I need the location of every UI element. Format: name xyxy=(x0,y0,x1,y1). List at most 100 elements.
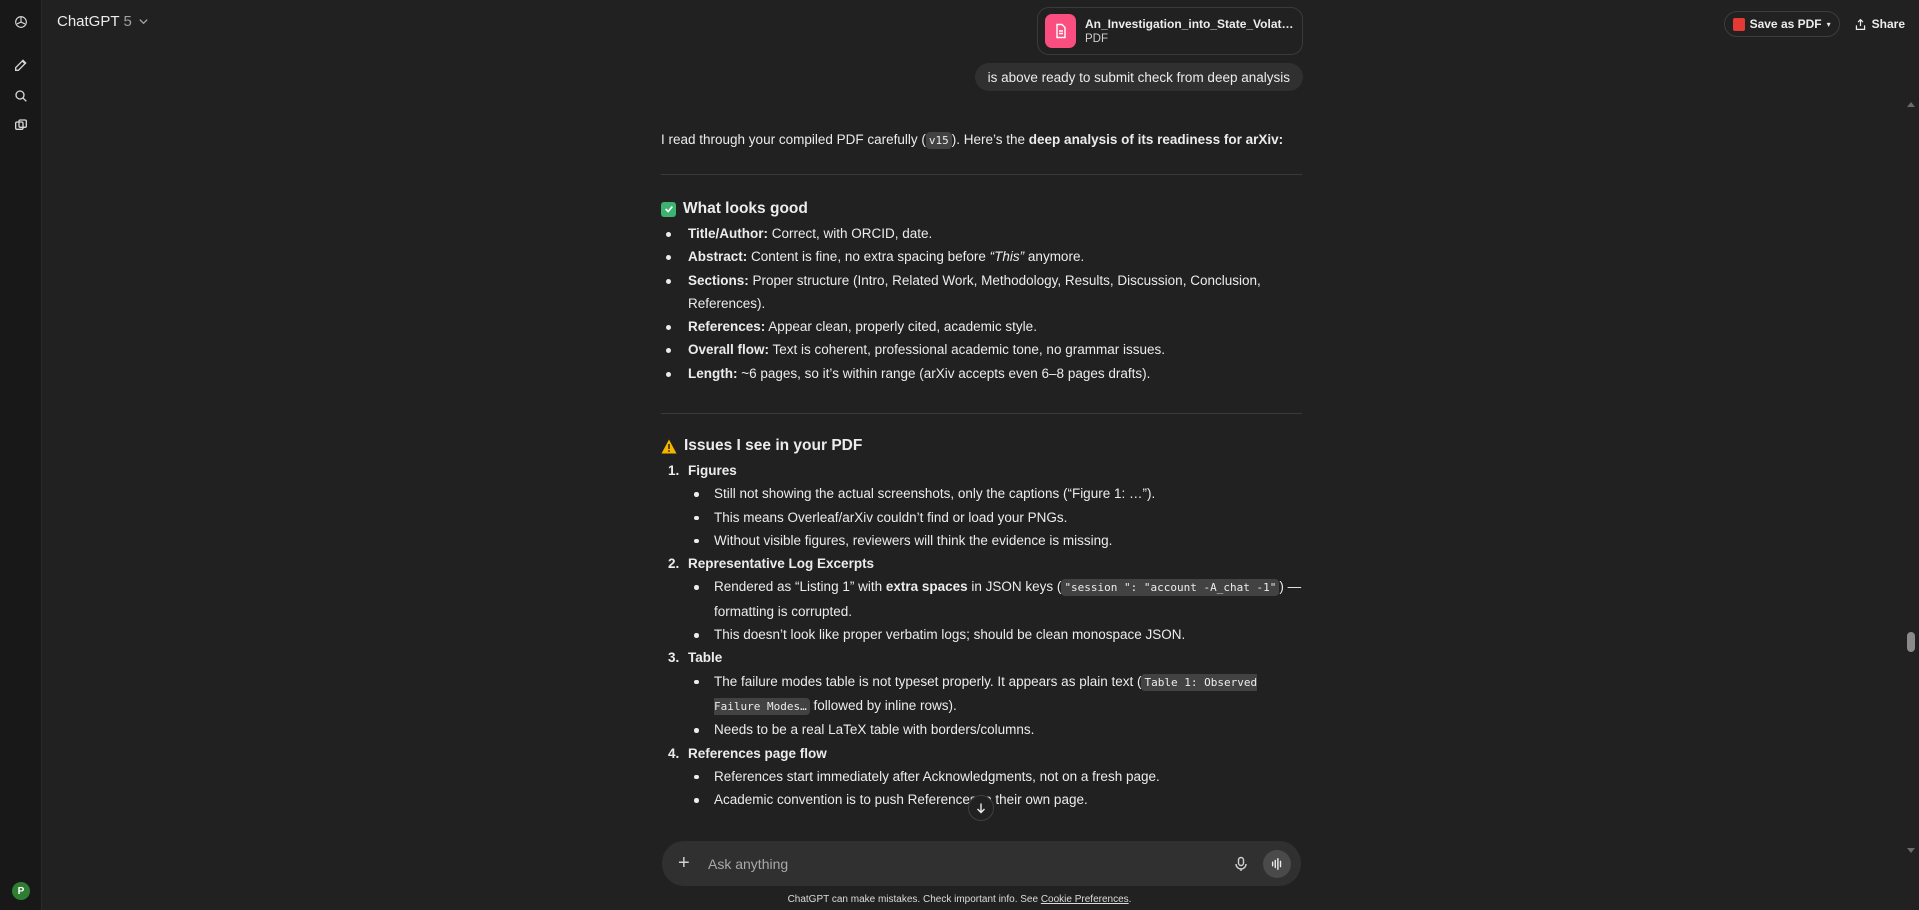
issue-number: 1. xyxy=(668,463,680,478)
share-label: Share xyxy=(1871,17,1905,31)
caret-down-icon: ▾ xyxy=(1826,19,1831,29)
item-label: Sections: xyxy=(688,272,749,288)
good-list: Title/Author: Correct, with ORCID, date.… xyxy=(661,222,1302,385)
list-item: This doesn’t look like proper verbatim l… xyxy=(661,623,1302,646)
user-message: is above ready to submit check from deep… xyxy=(974,63,1303,91)
search-icon[interactable] xyxy=(9,84,33,108)
issue-item: 3. Table xyxy=(661,646,1302,669)
good-heading-text: What looks good xyxy=(683,200,808,217)
issue-item: 2. Representative Log Excerpts xyxy=(661,552,1302,575)
new-chat-icon[interactable] xyxy=(9,53,33,77)
arrow-down-icon xyxy=(977,803,985,814)
item-text: Rendered as “Listing 1” with xyxy=(714,579,886,595)
scroll-down-arrow[interactable] xyxy=(1907,848,1915,853)
issues-section: Issues I see in your PDF 1. Figures Still… xyxy=(661,437,1302,811)
item-italic: “This” xyxy=(989,249,1025,265)
inline-code: "session ": "account -A_chat -1" xyxy=(1061,579,1280,597)
sub-list: Rendered as “Listing 1” with extra space… xyxy=(661,575,1302,646)
issue-number: 4. xyxy=(668,745,680,761)
item-label: Overall flow: xyxy=(688,342,770,358)
inline-code: v15 xyxy=(925,132,952,149)
divider xyxy=(661,413,1302,414)
list-item: The failure modes table is not typeset p… xyxy=(661,670,1302,719)
pdf-icon xyxy=(1732,17,1745,31)
model-picker[interactable]: ChatGPT 5 xyxy=(57,13,149,30)
chevron-down-icon xyxy=(139,19,148,25)
issue-number: 3. xyxy=(668,650,680,666)
attachment-type: PDF xyxy=(1085,33,1108,45)
list-item: Sections: Proper structure (Intro, Relat… xyxy=(661,269,1302,316)
cookie-preferences-link[interactable]: Cookie Preferences xyxy=(1041,894,1129,905)
list-item: Overall flow: Text is coherent, professi… xyxy=(661,338,1302,361)
item-text: Correct, with ORCID, date. xyxy=(768,226,933,241)
attachment-name: An_Investigation_into_State_Volatility_.… xyxy=(1085,17,1295,31)
issue-title: References page flow xyxy=(688,745,827,761)
divider xyxy=(661,174,1302,175)
list-item: This means Overleaf/arXiv couldn’t find … xyxy=(661,506,1302,529)
intro-bold: deep analysis of its readiness for arXiv… xyxy=(1028,132,1284,147)
model-name: ChatGPT xyxy=(57,13,120,30)
footer-text: . xyxy=(1128,894,1132,905)
prompt-input[interactable]: Ask anything xyxy=(708,856,1233,872)
issue-item: 1. Figures xyxy=(661,459,1302,482)
openai-logo-icon[interactable] xyxy=(9,10,33,34)
composer: + Ask anything xyxy=(662,841,1301,886)
item-text: Proper structure (Intro, Related Work, M… xyxy=(688,272,1261,311)
intro-text: I read through your compiled PDF careful… xyxy=(661,132,926,147)
share-button[interactable]: Share xyxy=(1854,17,1905,31)
warning-icon xyxy=(661,439,677,453)
item-text: Text is coherent, professional academic … xyxy=(769,342,1165,358)
save-as-pdf-label: Save as PDF xyxy=(1749,17,1822,31)
header-actions: Save as PDF ▾ Share xyxy=(1723,11,1905,37)
item-text: ~6 pages, so it’s within range (arXiv ac… xyxy=(737,365,1151,381)
attachment-chip[interactable]: An_Investigation_into_State_Volatility_.… xyxy=(1037,7,1303,55)
intro-text: ). Here’s the xyxy=(951,132,1029,147)
list-item: References: Appear clean, properly cited… xyxy=(661,315,1302,338)
item-label: Length: xyxy=(688,365,738,381)
save-as-pdf-button[interactable]: Save as PDF ▾ xyxy=(1723,11,1840,37)
item-text: followed by inline rows). xyxy=(809,697,957,713)
scrollbar-thumb[interactable] xyxy=(1907,632,1915,652)
document-icon xyxy=(1045,14,1076,48)
issue-item: 4. References page flow xyxy=(661,742,1302,765)
item-text: anymore. xyxy=(1024,249,1085,265)
issue-title: Representative Log Excerpts xyxy=(688,556,875,572)
model-version: 5 xyxy=(123,13,132,30)
voice-mode-button[interactable] xyxy=(1263,849,1291,878)
disclaimer-footer: ChatGPT can make mistakes. Check importa… xyxy=(0,894,1919,905)
item-label: Abstract: xyxy=(688,249,748,265)
list-item: Title/Author: Correct, with ORCID, date. xyxy=(661,222,1302,245)
sub-list: Still not showing the actual screenshots… xyxy=(661,482,1302,552)
issue-title: Figures xyxy=(688,463,737,478)
check-mark-icon xyxy=(661,201,676,217)
list-item: Rendered as “Listing 1” with extra space… xyxy=(661,575,1302,623)
list-item: Still not showing the actual screenshots… xyxy=(661,482,1302,505)
plus-icon[interactable]: + xyxy=(678,852,698,875)
library-icon[interactable] xyxy=(9,114,33,138)
item-text: Content is fine, no extra spacing before xyxy=(747,249,990,265)
item-text: Appear clean, properly cited, academic s… xyxy=(765,319,1037,335)
item-text: in JSON keys ( xyxy=(967,579,1062,595)
share-icon xyxy=(1855,18,1865,30)
microphone-icon[interactable] xyxy=(1233,856,1249,872)
footer-text: ChatGPT can make mistakes. Check importa… xyxy=(787,894,1041,905)
scroll-to-bottom-button[interactable] xyxy=(968,795,994,821)
issue-number: 2. xyxy=(668,556,680,572)
list-item: References start immediately after Ackno… xyxy=(661,765,1302,788)
sub-list: The failure modes table is not typeset p… xyxy=(661,670,1302,742)
voice-waveform-icon xyxy=(1271,857,1282,870)
item-text: The failure modes table is not typeset p… xyxy=(714,673,1142,689)
scroll-up-arrow[interactable] xyxy=(1907,102,1915,107)
section-heading: Issues I see in your PDF xyxy=(661,437,1302,455)
item-label: Title/Author: xyxy=(688,226,768,241)
issues-heading-text: Issues I see in your PDF xyxy=(684,437,863,454)
item-label: References: xyxy=(688,319,766,335)
item-bold: extra spaces xyxy=(885,579,968,595)
list-item: Abstract: Content is fine, no extra spac… xyxy=(661,245,1302,268)
good-section: What looks good Title/Author: Correct, w… xyxy=(661,200,1302,385)
issue-title: Table xyxy=(688,650,723,666)
reply-intro: I read through your compiled PDF careful… xyxy=(661,132,1284,149)
list-item: Length: ~6 pages, so it’s within range (… xyxy=(661,362,1302,385)
list-item: Needs to be a real LaTeX table with bord… xyxy=(661,718,1302,741)
list-item: Without visible figures, reviewers will … xyxy=(661,529,1302,552)
